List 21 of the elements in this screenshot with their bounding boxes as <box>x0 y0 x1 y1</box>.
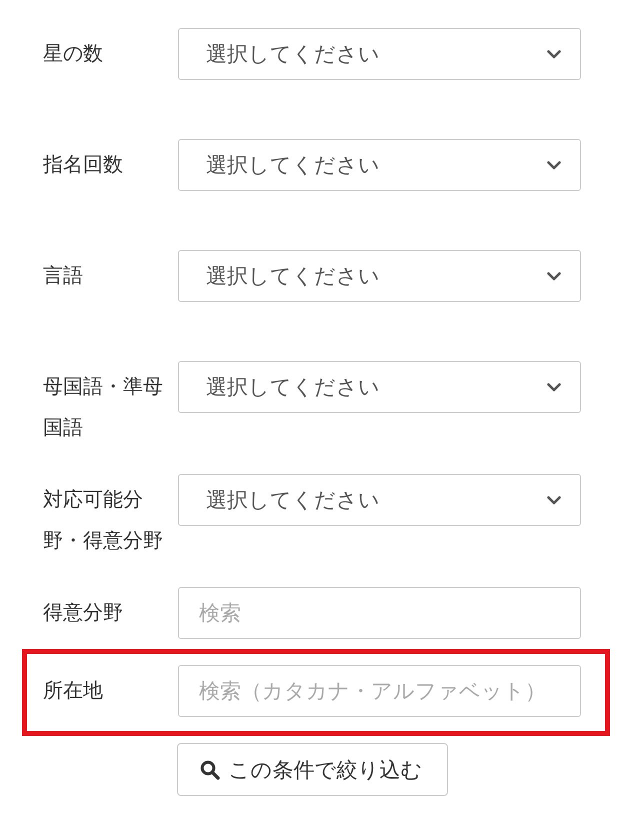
search-field[interactable]: 検索 <box>178 587 581 639</box>
dropdown[interactable]: 選択してください <box>178 28 581 80</box>
chevron-down-icon <box>547 160 561 170</box>
chevron-down-icon <box>547 496 561 504</box>
field-label: 得意分野 <box>43 599 124 626</box>
chevron-down-icon <box>547 50 561 58</box>
search-field[interactable]: 検索（カタカナ・アルファベット） <box>178 665 581 717</box>
dropdown[interactable]: 選択してください <box>178 474 581 526</box>
dropdown[interactable]: 選択してください <box>178 361 581 413</box>
field-label: 対応可能分野・得意分野 <box>43 486 164 554</box>
dropdown[interactable]: 選択してください <box>178 139 581 191</box>
filter-button[interactable]: この条件で絞り込む <box>176 743 448 796</box>
field-label: 所在地 <box>43 677 104 704</box>
field-label: 言語 <box>43 262 84 289</box>
field-label: 母国語・準母国語 <box>43 373 164 441</box>
search-icon <box>200 760 220 780</box>
field-label: 星の数 <box>43 40 104 67</box>
chevron-down-icon <box>547 272 561 280</box>
chevron-down-icon <box>547 382 561 392</box>
field-label: 指名回数 <box>43 151 124 178</box>
dropdown[interactable]: 選択してください <box>178 250 581 302</box>
